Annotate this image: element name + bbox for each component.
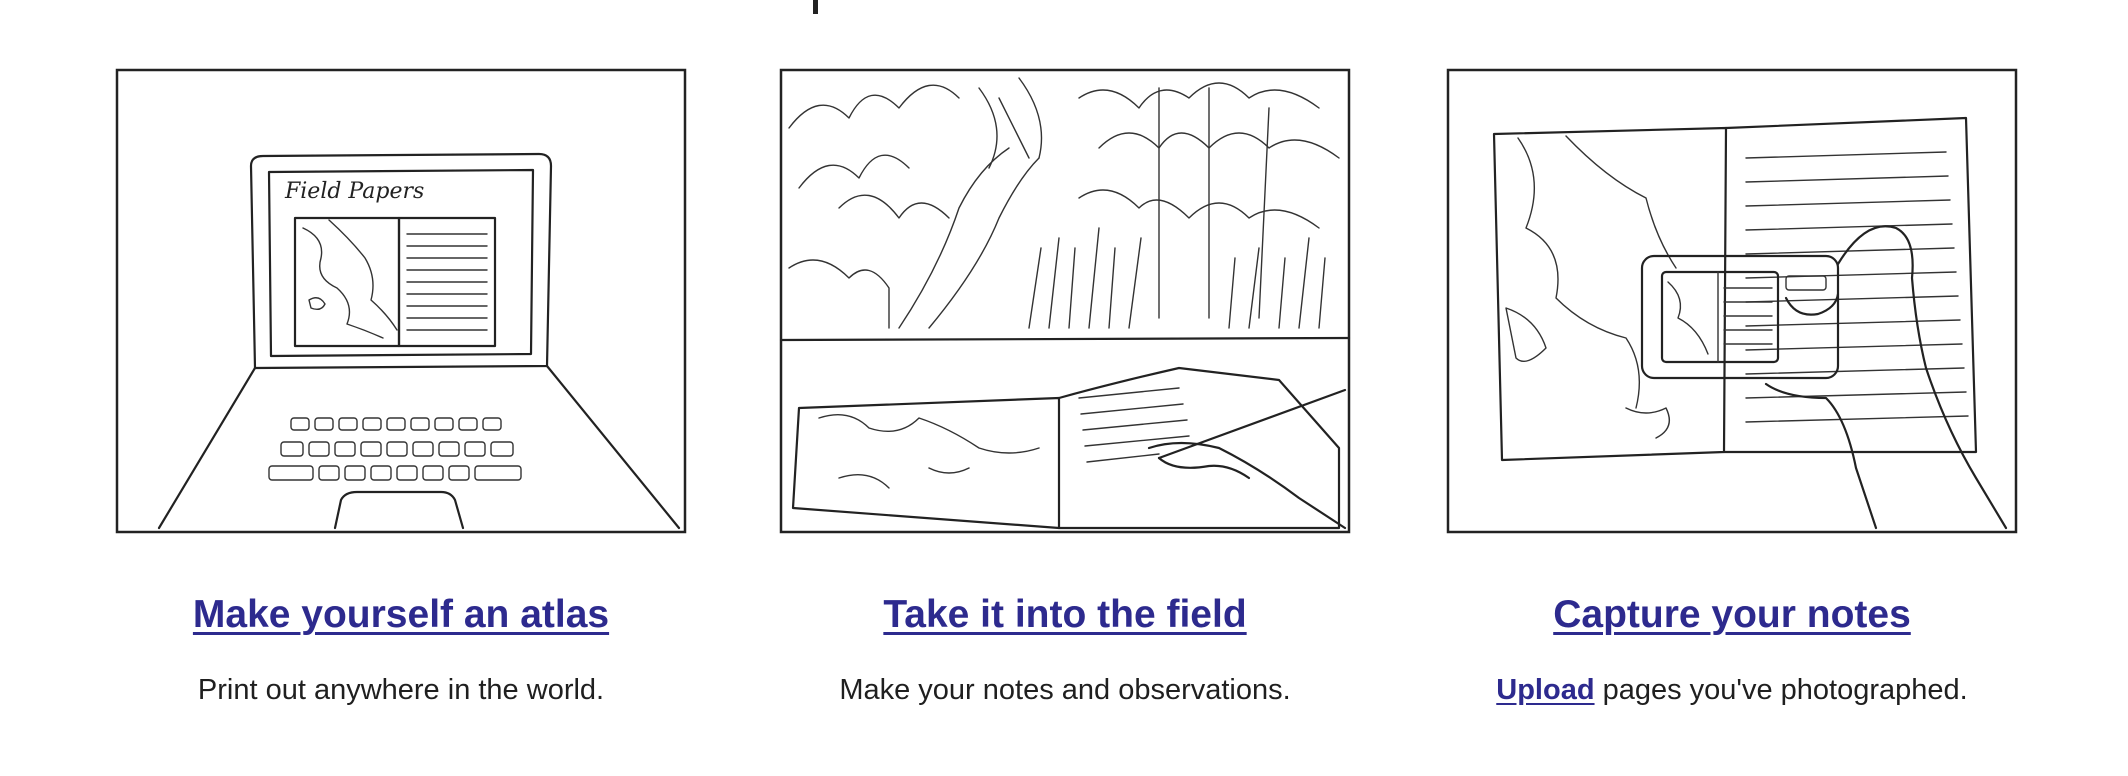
field-notebook-sketch-image <box>779 68 1351 538</box>
camera-photo-sketch-image <box>1446 68 2018 538</box>
card-title-take-field: Take it into the field <box>745 585 1385 645</box>
screen-text: Field Papers <box>284 179 424 204</box>
card-description-make-atlas: Print out anywhere in the world. <box>197 674 605 706</box>
laptop-sketch-image: Field Papers <box>115 68 687 538</box>
upload-description-text: pages you've photographed. <box>1594 674 1968 706</box>
how-it-works-section: Field Papers Make yourself an atlas Prin… <box>0 0 2128 776</box>
make-atlas-link[interactable]: Make yourself an atlas <box>193 593 609 636</box>
card-title-capture-notes: Capture your notes <box>1412 585 2052 645</box>
heading-fragment <box>813 0 818 14</box>
take-field-link[interactable]: Take it into the field <box>883 593 1246 636</box>
capture-notes-link[interactable]: Capture your notes <box>1553 593 1911 636</box>
card-description-capture-notes: Upload pages you've photographed. <box>1412 668 2052 712</box>
upload-link[interactable]: Upload <box>1496 674 1594 706</box>
card-title-make-atlas: Make yourself an atlas <box>81 585 721 645</box>
card-description-take-field: Make your notes and observations. <box>839 674 1291 706</box>
